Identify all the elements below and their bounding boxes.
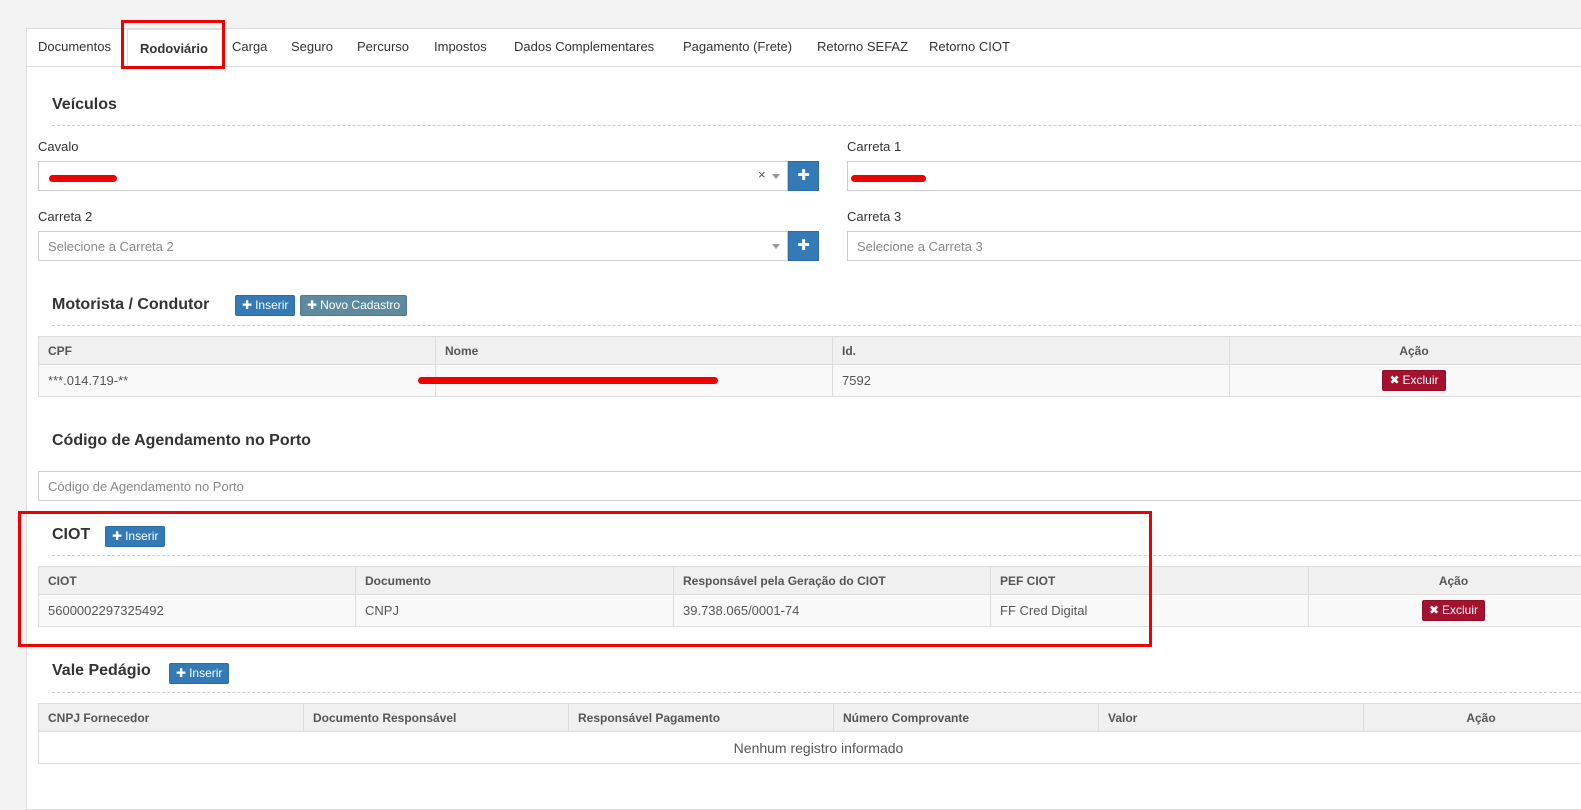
insert-ciot-button[interactable]: ✚Inserir [105, 526, 165, 547]
carreta2-label: Carreta 2 [38, 209, 92, 224]
responsavel-cell: 39.738.065/0001-74 [674, 595, 991, 627]
button-label: Inserir [255, 298, 288, 312]
table-header: CPF Nome Id. Ação [39, 337, 1581, 365]
column-header: CNPJ Fornecedor [39, 704, 304, 732]
tab-retorno-sefaz[interactable]: Retorno SEFAZ [817, 39, 908, 54]
remove-icon: ✖ [1389, 373, 1399, 387]
chevron-down-icon[interactable] [772, 174, 780, 179]
divider [52, 692, 1581, 693]
column-header: Responsável Pagamento [569, 704, 834, 732]
tab-dados-complementares[interactable]: Dados Complementares [514, 39, 654, 54]
veiculos-title: Veículos [52, 96, 117, 114]
column-header: Nome [436, 337, 833, 365]
table-header: CIOT Documento Responsável pela Geração … [39, 567, 1581, 595]
column-header: Documento Responsável [304, 704, 569, 732]
divider [52, 555, 1581, 556]
new-motorista-button[interactable]: ✚Novo Cadastro [300, 295, 407, 316]
insert-motorista-button[interactable]: ✚Inserir [235, 295, 295, 316]
button-label: Excluir [1403, 373, 1439, 387]
table-row: ***.014.719-** 7592 ✖ Excluir [39, 365, 1581, 397]
plus-icon: ✚ [112, 529, 122, 543]
button-label: Inserir [189, 666, 222, 680]
plus-icon: ✚ [176, 666, 186, 680]
button-label: Inserir [125, 529, 158, 543]
column-header: CIOT [39, 567, 356, 595]
agendamento-title: Código de Agendamento no Porto [52, 432, 311, 450]
motorista-title: Motorista / Condutor [52, 296, 209, 314]
plus-icon: ✚ [242, 298, 252, 312]
divider [52, 325, 1581, 326]
empty-message: Nenhum registro informado [39, 732, 1581, 764]
redaction-mark [851, 175, 926, 182]
ciot-cell: 5600002297325492 [39, 595, 356, 627]
insert-vale-pedagio-button[interactable]: ✚Inserir [169, 663, 229, 684]
documento-cell: CNPJ [356, 595, 674, 627]
column-header: Responsável pela Geração do CIOT [674, 567, 991, 595]
carreta1-select[interactable] [847, 161, 1581, 191]
divider [52, 125, 1581, 126]
column-header: PEF CIOT [991, 567, 1309, 595]
main-panel: Documentos Rodoviário Carga Seguro Percu… [26, 28, 1581, 810]
tab-carga[interactable]: Carga [232, 39, 267, 54]
column-header: Número Comprovante [834, 704, 1099, 732]
add-cavalo-button[interactable]: ✚ [788, 161, 819, 191]
tab-bar: Documentos Rodoviário Carga Seguro Percu… [27, 29, 1581, 67]
tab-impostos[interactable]: Impostos [434, 39, 487, 54]
pef-cell: FF Cred Digital [991, 595, 1309, 627]
ciot-table: CIOT Documento Responsável pela Geração … [38, 566, 1581, 627]
redaction-mark [418, 377, 718, 384]
motorista-table: CPF Nome Id. Ação ***.014.719-** 7592 ✖ E… [38, 336, 1581, 397]
add-carreta2-button[interactable]: ✚ [788, 231, 819, 261]
column-header: Ação [1364, 704, 1581, 732]
chevron-down-icon[interactable] [772, 244, 780, 249]
plus-icon: ✚ [797, 167, 810, 184]
column-header: Id. [833, 337, 1230, 365]
plus-icon: ✚ [307, 298, 317, 312]
carreta3-select[interactable]: Selecione a Carreta 3 [847, 231, 1581, 261]
cpf-cell: ***.014.719-** [39, 365, 436, 397]
carreta1-label: Carreta 1 [847, 139, 901, 154]
agendamento-placeholder: Código de Agendamento no Porto [48, 479, 244, 494]
tab-seguro[interactable]: Seguro [291, 39, 333, 54]
column-header: Ação [1309, 567, 1581, 595]
plus-icon: ✚ [797, 237, 810, 254]
button-label: Novo Cadastro [320, 298, 400, 312]
delete-motorista-button[interactable]: ✖ Excluir [1382, 370, 1445, 391]
carreta2-select[interactable]: Selecione a Carreta 2 [38, 231, 788, 261]
redaction-mark [49, 175, 117, 182]
table-header: CNPJ Fornecedor Documento Responsável Re… [39, 704, 1581, 732]
tab-rodoviario[interactable]: Rodoviário [127, 29, 223, 66]
column-header: Ação [1230, 337, 1581, 365]
ciot-title: CIOT [52, 526, 90, 544]
carreta3-label: Carreta 3 [847, 209, 901, 224]
column-header: Documento [356, 567, 674, 595]
column-header: CPF [39, 337, 436, 365]
agendamento-input[interactable]: Código de Agendamento no Porto [38, 471, 1581, 501]
tab-pagamento-frete[interactable]: Pagamento (Frete) [683, 39, 792, 54]
action-cell: ✖Excluir [1309, 595, 1581, 627]
action-cell: ✖ Excluir [1230, 365, 1581, 397]
delete-ciot-button[interactable]: ✖Excluir [1422, 600, 1485, 621]
clear-icon[interactable]: × [758, 167, 766, 182]
remove-icon: ✖ [1429, 603, 1439, 617]
tab-percurso[interactable]: Percurso [357, 39, 409, 54]
table-row: Nenhum registro informado [39, 732, 1581, 764]
cavalo-select[interactable]: × [38, 161, 788, 191]
nome-cell [436, 365, 833, 397]
tab-documentos[interactable]: Documentos [38, 39, 111, 54]
carreta2-placeholder: Selecione a Carreta 2 [48, 239, 174, 254]
table-row: 5600002297325492 CNPJ 39.738.065/0001-74… [39, 595, 1581, 627]
tab-retorno-ciot[interactable]: Retorno CIOT [929, 39, 1010, 54]
cavalo-label: Cavalo [38, 139, 78, 154]
carreta3-placeholder: Selecione a Carreta 3 [857, 239, 983, 254]
column-header: Valor [1099, 704, 1364, 732]
vale-pedagio-title: Vale Pedágio [52, 662, 151, 680]
vale-pedagio-table: CNPJ Fornecedor Documento Responsável Re… [38, 703, 1581, 764]
id-cell: 7592 [833, 365, 1230, 397]
button-label: Excluir [1442, 603, 1478, 617]
